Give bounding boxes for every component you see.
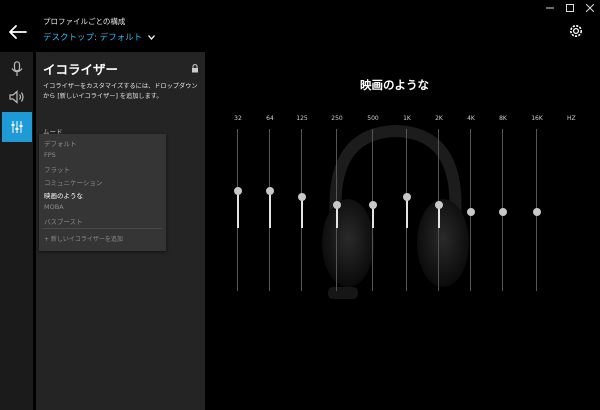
preset-option-cinematic[interactable]: 映画のような — [44, 190, 83, 200]
chevron-down-icon — [148, 34, 156, 40]
maximize-button[interactable] — [560, 0, 580, 16]
preset-option-bass-boost[interactable]: バスブースト — [44, 216, 83, 226]
band-label: 500 — [367, 115, 379, 122]
minimize-icon — [546, 7, 554, 9]
profile-label: プロファイルごとの構成 — [43, 17, 126, 26]
band-slider[interactable] — [530, 129, 544, 291]
slider-fill — [301, 197, 303, 228]
panel-description: イコライザーをカスタマイズするには、ドロップダウンから [新しいイコライザー] … — [43, 83, 198, 100]
slider-handle[interactable] — [234, 186, 242, 195]
preset-option-moba[interactable]: MOBA — [44, 203, 64, 211]
band-slider[interactable] — [400, 129, 414, 291]
rail-item-equalizer[interactable] — [2, 112, 32, 142]
slider-handle[interactable] — [369, 201, 377, 210]
rail-item-speaker[interactable] — [2, 82, 32, 112]
band-label: 125 — [296, 115, 308, 122]
unit-label: HZ — [567, 115, 576, 122]
lock-icon — [192, 64, 198, 73]
slider-handle[interactable] — [533, 207, 541, 216]
preset-dropdown-list: デフォルト FPS フラット コミュニケーション 映画のような MOBA バスブ… — [39, 134, 166, 251]
band-slider[interactable] — [496, 129, 510, 291]
band-label: 8K — [499, 115, 507, 122]
band-label: 4K — [467, 115, 475, 122]
band-label: 64 — [266, 115, 274, 122]
preset-option-communication[interactable]: コミュニケーション — [44, 177, 102, 187]
profile-selected-value: デスクトップ: デフォルト — [43, 33, 143, 43]
band-slider[interactable] — [231, 129, 245, 291]
slider-fill — [269, 190, 271, 228]
band-slider[interactable] — [366, 129, 380, 291]
band-slider[interactable] — [263, 129, 277, 291]
speaker-icon — [9, 90, 24, 104]
slider-handle[interactable] — [435, 201, 443, 210]
band-slider[interactable] — [295, 129, 309, 291]
nav-rail — [0, 52, 33, 410]
band-label: 32 — [234, 115, 242, 122]
preset-option-fps[interactable]: FPS — [44, 151, 56, 159]
close-button[interactable] — [580, 0, 600, 16]
band-label: 16K — [531, 115, 543, 122]
band-label: 1K — [403, 115, 411, 122]
slider-handle[interactable] — [266, 186, 274, 195]
maximize-icon — [566, 4, 574, 12]
equalizer-icon — [11, 121, 23, 133]
profile-dropdown[interactable]: デスクトップ: デフォルト — [43, 31, 156, 43]
slider-handle[interactable] — [403, 193, 411, 202]
slider-fill — [237, 190, 239, 228]
rail-item-microphone[interactable] — [2, 54, 32, 84]
preset-option-flat[interactable]: フラット — [44, 164, 70, 174]
band-label: 250 — [331, 115, 343, 122]
gear-icon[interactable] — [568, 23, 584, 39]
band-slider[interactable] — [464, 129, 478, 291]
panel-title: イコライザー — [43, 62, 119, 77]
slider-handle[interactable] — [298, 193, 306, 202]
preset-title: 映画のような — [360, 78, 429, 92]
slider-fill — [406, 197, 408, 228]
band-slider[interactable] — [330, 129, 344, 291]
window-controls — [540, 0, 600, 16]
add-equalizer-button[interactable]: + 新しいイコライザーを追加 — [44, 234, 123, 243]
slider-handle[interactable] — [467, 207, 475, 216]
dropdown-divider — [43, 228, 162, 229]
minimize-button[interactable] — [540, 0, 560, 16]
close-icon — [586, 4, 594, 12]
back-arrow-icon[interactable] — [8, 24, 28, 40]
slider-handle[interactable] — [499, 207, 507, 216]
band-slider[interactable] — [432, 129, 446, 291]
microphone-icon — [11, 61, 23, 76]
preset-option-default[interactable]: デフォルト — [44, 138, 77, 148]
slider-handle[interactable] — [333, 201, 341, 210]
band-label: 2K — [435, 115, 443, 122]
